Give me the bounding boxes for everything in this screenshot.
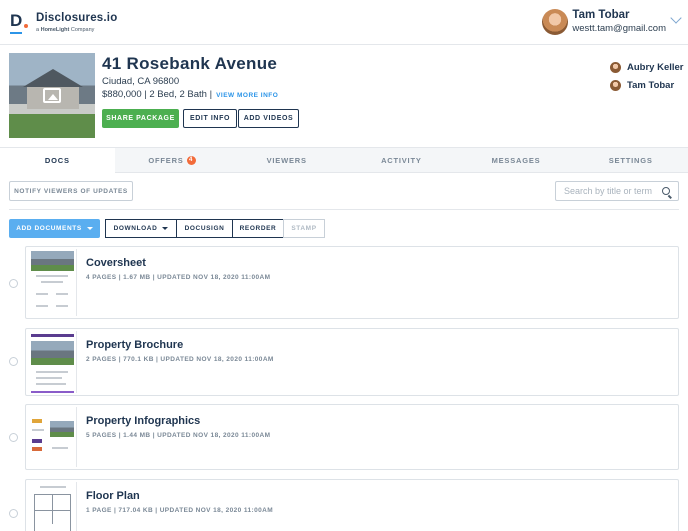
agent-name: Tam Tobar — [627, 79, 675, 91]
caret-down-icon — [86, 227, 93, 230]
tab-bar: DOCS OFFERS 4 VIEWERS ACTIVITY MESSAGES S… — [0, 147, 688, 173]
view-more-info-link[interactable]: VIEW MORE INFO — [216, 92, 278, 99]
tab-docs[interactable]: DOCS — [0, 148, 115, 173]
document-meta: 4 PAGES | 1.67 MB | UPDATED NOV 18, 2020… — [86, 274, 271, 281]
brand-tagline: a HomeLight Company — [36, 27, 95, 33]
notify-viewers-button[interactable]: NOTIFY VIEWERS OF UPDATES — [9, 181, 133, 201]
user-name: Tam Tobar — [572, 9, 630, 21]
docusign-button[interactable]: DOCUSIGN — [176, 219, 233, 238]
agent-name: Aubry Keller — [627, 61, 684, 73]
document-thumbnail — [28, 249, 77, 316]
document-card[interactable]: Floor Plan 1 PAGE | 717.04 KB | UPDATED … — [25, 479, 679, 531]
document-thumbnail — [28, 331, 77, 393]
document-meta: 5 PAGES | 1.44 MB | UPDATED NOV 18, 2020… — [86, 432, 271, 439]
download-button[interactable]: DOWNLOAD — [105, 219, 177, 238]
chevron-down-icon[interactable] — [670, 12, 682, 24]
brand-name: Disclosures.io — [36, 12, 118, 24]
document-card[interactable]: Property Brochure 2 PAGES | 770.1 KB | U… — [25, 328, 679, 396]
tab-settings[interactable]: SETTINGS — [573, 148, 688, 172]
logo-mark: D — [10, 11, 28, 34]
doc-select-radio[interactable] — [9, 509, 18, 518]
agent-item: Aubry Keller — [610, 58, 684, 76]
reorder-button[interactable]: REORDER — [232, 219, 284, 238]
offers-count-badge: 4 — [186, 155, 196, 165]
document-card[interactable]: Property Infographics 5 PAGES | 1.44 MB … — [25, 404, 679, 470]
agent-avatar — [610, 61, 621, 73]
property-title: 41 Rosebank Avenue — [102, 54, 278, 73]
agents-list: Aubry Keller Tam Tobar — [610, 58, 684, 94]
stamp-button[interactable]: STAMP — [283, 219, 325, 238]
tab-activity[interactable]: ACTIVITY — [344, 148, 459, 172]
edit-info-button[interactable]: EDIT INFO — [183, 109, 237, 128]
property-meta: $880,000 | 2 Bed, 2 Bath | VIEW MORE INFO — [102, 89, 279, 100]
image-icon — [43, 88, 61, 103]
top-bar: D Disclosures.io a HomeLight Company Tam… — [0, 0, 688, 45]
document-title[interactable]: Property Infographics — [86, 415, 200, 427]
doc-select-radio[interactable] — [9, 279, 18, 288]
agent-avatar — [610, 79, 621, 91]
document-title[interactable]: Coversheet — [86, 257, 146, 269]
search-box — [555, 181, 679, 201]
user-menu[interactable]: Tam Tobar westt.tam@gmail.com — [542, 8, 682, 36]
caret-down-icon — [162, 227, 169, 230]
document-meta: 1 PAGE | 717.04 KB | UPDATED NOV 18, 202… — [86, 507, 274, 514]
document-card[interactable]: Coversheet 4 PAGES | 1.67 MB | UPDATED N… — [25, 246, 679, 319]
add-videos-button[interactable]: ADD VIDEOS — [238, 109, 299, 128]
document-title[interactable]: Floor Plan — [86, 490, 140, 502]
divider — [9, 209, 679, 210]
tab-messages[interactable]: MESSAGES — [459, 148, 574, 172]
property-city: Ciudad, CA 96800 — [102, 76, 180, 87]
document-thumbnail — [28, 407, 77, 467]
document-thumbnail — [28, 482, 77, 531]
user-email: westt.tam@gmail.com — [572, 23, 666, 34]
document-title[interactable]: Property Brochure — [86, 339, 183, 351]
logo[interactable]: D Disclosures.io a HomeLight Company — [10, 11, 117, 34]
share-package-button[interactable]: SHARE PACKAGE — [102, 109, 179, 128]
doc-select-radio[interactable] — [9, 433, 18, 442]
user-avatar — [542, 9, 569, 35]
add-documents-button[interactable]: ADD DOCUMENTS — [9, 219, 100, 238]
doc-select-radio[interactable] — [9, 357, 18, 366]
tab-offers[interactable]: OFFERS 4 — [115, 148, 230, 172]
search-icon[interactable] — [662, 187, 670, 195]
document-meta: 2 PAGES | 770.1 KB | UPDATED NOV 18, 202… — [86, 356, 274, 363]
property-photo[interactable] — [9, 53, 95, 138]
tab-viewers[interactable]: VIEWERS — [229, 148, 344, 172]
agent-item: Tam Tobar — [610, 76, 684, 94]
search-input[interactable] — [556, 186, 660, 196]
